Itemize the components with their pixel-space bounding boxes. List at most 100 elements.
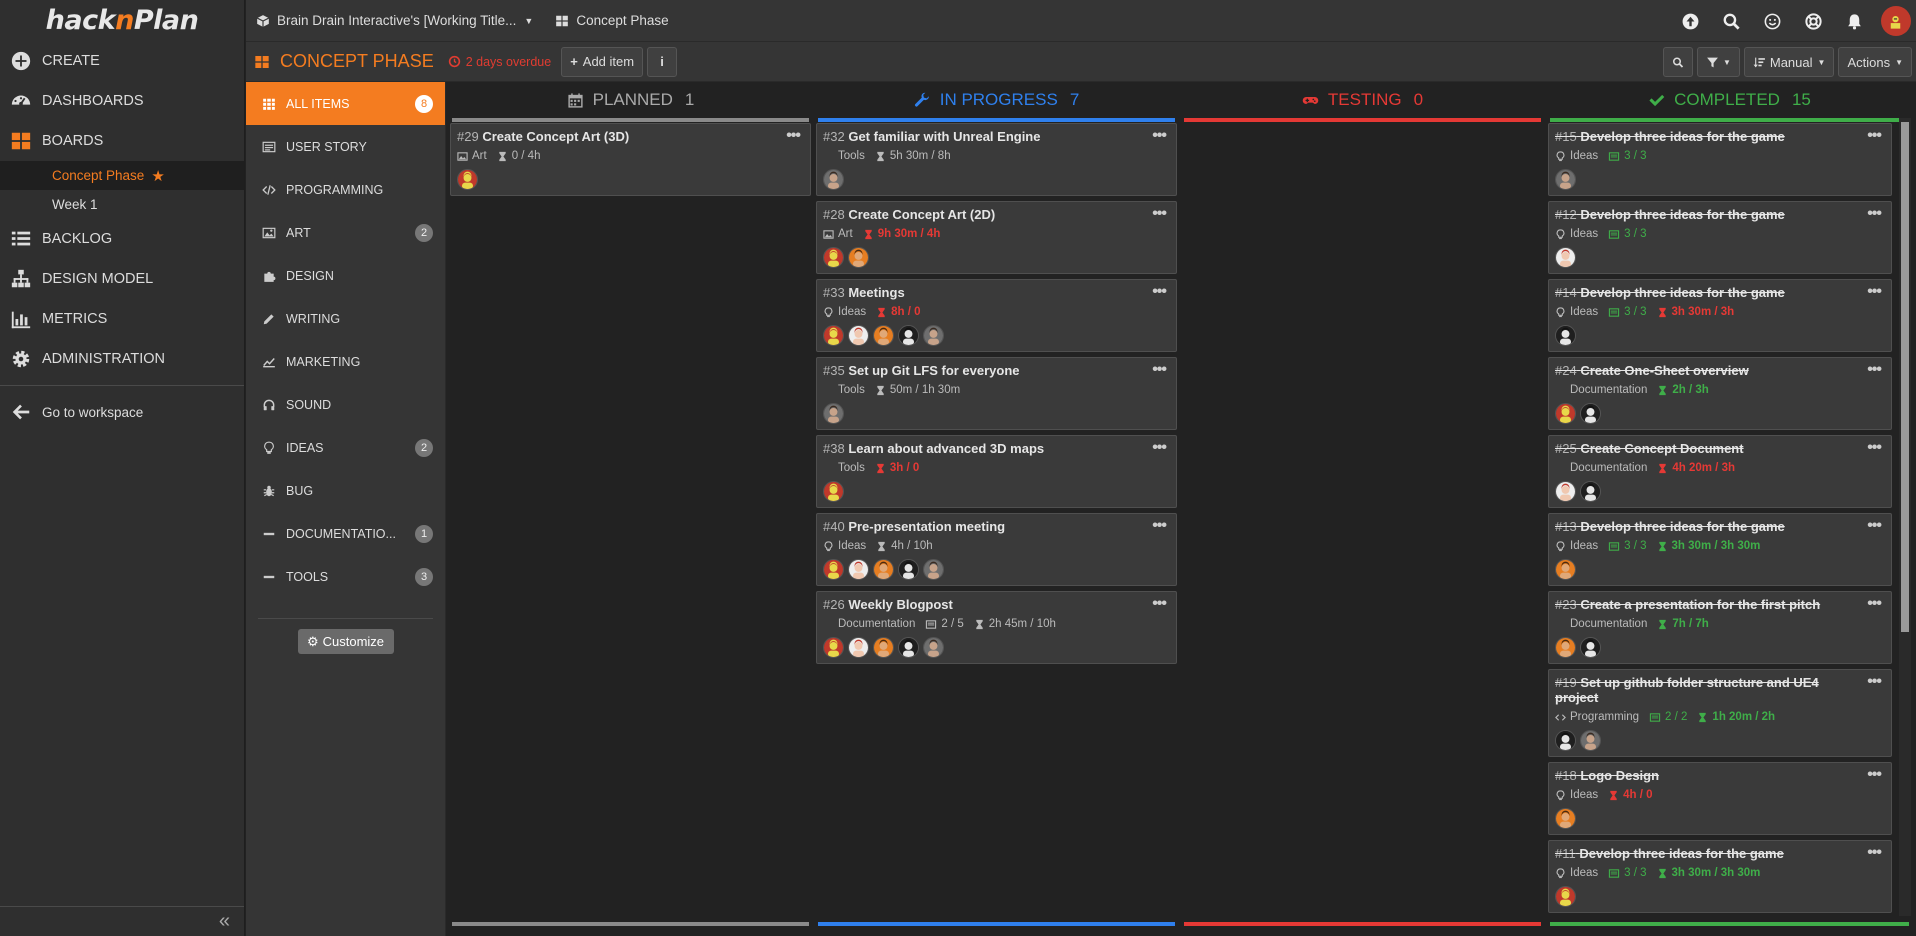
board-breadcrumb[interactable]: Concept Phase: [555, 13, 669, 28]
upload-button[interactable]: [1670, 0, 1711, 42]
card-menu-icon[interactable]: •••: [1867, 205, 1882, 223]
avatar[interactable]: [1555, 808, 1576, 829]
card-menu-icon[interactable]: •••: [1152, 283, 1167, 301]
card-menu-icon[interactable]: •••: [1867, 595, 1882, 613]
task-card[interactable]: #26 Weekly Blogpost ••• Documentation 2 / 5…: [816, 591, 1177, 664]
category-tools[interactable]: TOOLS 3: [246, 555, 445, 598]
category-sound[interactable]: SOUND: [246, 383, 445, 426]
board-info-button[interactable]: i: [647, 46, 678, 77]
avatar[interactable]: [898, 637, 919, 658]
card-menu-icon[interactable]: •••: [1152, 439, 1167, 457]
avatar[interactable]: [1580, 637, 1601, 658]
feedback-button[interactable]: [1752, 0, 1793, 42]
avatar[interactable]: [1555, 169, 1576, 190]
category-art[interactable]: ART 2: [246, 211, 445, 254]
task-card[interactable]: #38 Learn about advanced 3D maps ••• Tools…: [816, 435, 1177, 508]
avatar[interactable]: [923, 637, 944, 658]
task-card[interactable]: #40 Pre-presentation meeting ••• Ideas 4h /…: [816, 513, 1177, 586]
nav-create[interactable]: CREATE: [0, 41, 244, 81]
task-card[interactable]: #18 Logo Design ••• Ideas 4h / 0: [1548, 762, 1892, 835]
search-button[interactable]: [1711, 0, 1752, 42]
category-programming[interactable]: PROGRAMMING: [246, 168, 445, 211]
actions-dropdown[interactable]: Actions ▼: [1838, 47, 1912, 77]
avatar[interactable]: [873, 637, 894, 658]
avatar[interactable]: [848, 325, 869, 346]
card-menu-icon[interactable]: •••: [1152, 127, 1167, 145]
avatar[interactable]: [1555, 403, 1576, 424]
task-card[interactable]: #32 Get familiar with Unreal Engine ••• To…: [816, 123, 1177, 196]
card-menu-icon[interactable]: •••: [786, 127, 801, 145]
category-all-items[interactable]: ALL ITEMS 8: [246, 82, 445, 125]
avatar[interactable]: [1555, 886, 1576, 907]
avatar[interactable]: [1555, 730, 1576, 751]
task-card[interactable]: #28 Create Concept Art (2D) ••• Art 9h 30m …: [816, 201, 1177, 274]
card-menu-icon[interactable]: •••: [1152, 205, 1167, 223]
avatar[interactable]: [873, 559, 894, 580]
avatar[interactable]: [1555, 481, 1576, 502]
nav-boards[interactable]: BOARDS: [0, 121, 244, 161]
card-menu-icon[interactable]: •••: [1867, 673, 1882, 691]
avatar[interactable]: [923, 325, 944, 346]
avatar[interactable]: [1555, 637, 1576, 658]
card-menu-icon[interactable]: •••: [1152, 517, 1167, 535]
task-card[interactable]: #15 Develop three ideas for the game ••• I…: [1548, 123, 1892, 196]
card-menu-icon[interactable]: •••: [1867, 283, 1882, 301]
task-card[interactable]: #19 Set up github folder structure and U…: [1548, 669, 1892, 757]
avatar[interactable]: [898, 559, 919, 580]
collapse-sidebar-button[interactable]: «: [0, 906, 244, 936]
avatar[interactable]: [457, 169, 478, 190]
avatar[interactable]: [873, 325, 894, 346]
card-menu-icon[interactable]: •••: [1867, 517, 1882, 535]
avatar[interactable]: [1555, 559, 1576, 580]
nav-metrics[interactable]: METRICS: [0, 299, 244, 339]
star-icon[interactable]: ★: [151, 167, 164, 185]
avatar[interactable]: [1555, 325, 1576, 346]
task-card[interactable]: #23 Create a presentation for the first …: [1548, 591, 1892, 664]
board-search-button[interactable]: [1662, 47, 1693, 77]
category-ideas[interactable]: IDEAS 2: [246, 426, 445, 469]
avatar[interactable]: [823, 325, 844, 346]
help-button[interactable]: [1793, 0, 1834, 42]
avatar[interactable]: [1580, 403, 1601, 424]
avatar[interactable]: [823, 559, 844, 580]
avatar[interactable]: [1580, 481, 1601, 502]
user-avatar-button[interactable]: [1875, 0, 1916, 42]
task-card[interactable]: #24 Create One-Sheet overview ••• Document…: [1548, 357, 1892, 430]
avatar[interactable]: [848, 637, 869, 658]
category-documentatio[interactable]: DOCUMENTATIO... 1: [246, 512, 445, 555]
card-menu-icon[interactable]: •••: [1867, 439, 1882, 457]
task-card[interactable]: #12 Develop three ideas for the game ••• I…: [1548, 201, 1892, 274]
category-bug[interactable]: BUG: [246, 469, 445, 512]
customize-button[interactable]: ⚙ Customize: [297, 629, 394, 654]
filter-button[interactable]: ▼: [1696, 47, 1740, 77]
board-item-concept-phase[interactable]: Concept Phase ★: [0, 161, 244, 190]
avatar[interactable]: [1580, 730, 1601, 751]
nav-go-to-workspace[interactable]: Go to workspace: [0, 392, 244, 432]
hacknplan-logo[interactable]: hack n Plan: [0, 0, 244, 40]
notifications-button[interactable]: [1834, 0, 1875, 42]
category-user-story[interactable]: USER STORY: [246, 125, 445, 168]
avatar[interactable]: [823, 247, 844, 268]
avatar[interactable]: [848, 559, 869, 580]
category-marketing[interactable]: MARKETING: [246, 340, 445, 383]
task-card[interactable]: #35 Set up Git LFS for everyone ••• Tools 5…: [816, 357, 1177, 430]
avatar[interactable]: [898, 325, 919, 346]
project-selector[interactable]: Brain Drain Interactive's [Working Title…: [256, 13, 533, 28]
category-writing[interactable]: WRITING: [246, 297, 445, 340]
card-menu-icon[interactable]: •••: [1867, 766, 1882, 784]
scrollbar-thumb[interactable]: [1901, 122, 1909, 632]
task-card[interactable]: #33 Meetings ••• Ideas 8h / 0: [816, 279, 1177, 352]
nav-backlog[interactable]: BACKLOG: [0, 219, 244, 259]
column-scrollbar[interactable]: [1899, 118, 1911, 916]
avatar[interactable]: [823, 481, 844, 502]
card-menu-icon[interactable]: •••: [1867, 844, 1882, 862]
board-item-week-1[interactable]: Week 1: [0, 190, 244, 219]
task-card[interactable]: #25 Create Concept Document ••• Documentat…: [1548, 435, 1892, 508]
avatar[interactable]: [848, 247, 869, 268]
nav-design-model[interactable]: DESIGN MODEL: [0, 259, 244, 299]
avatar[interactable]: [923, 559, 944, 580]
card-menu-icon[interactable]: •••: [1152, 361, 1167, 379]
add-item-button[interactable]: + Add item: [561, 46, 644, 77]
task-card[interactable]: #13 Develop three ideas for the game ••• I…: [1548, 513, 1892, 586]
avatar[interactable]: [823, 169, 844, 190]
